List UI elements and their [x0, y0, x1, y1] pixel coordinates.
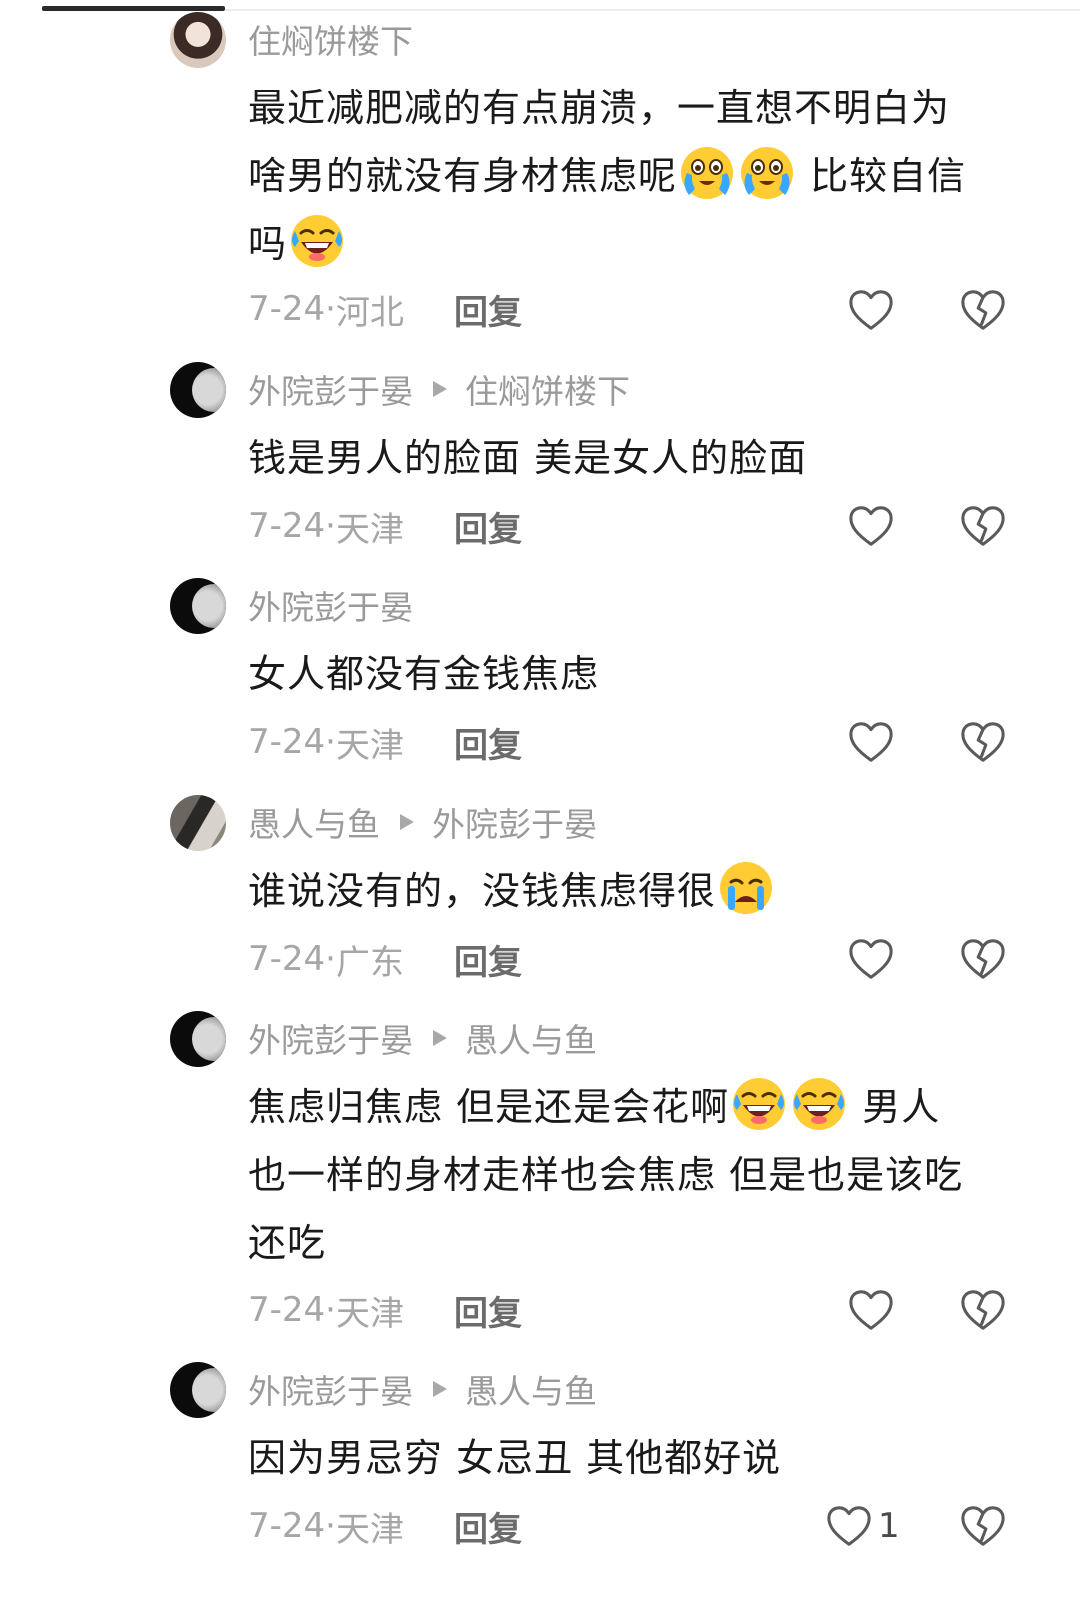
heart-outline-icon[interactable] [848, 1288, 894, 1332]
heart-outline-icon[interactable] [848, 288, 894, 332]
broken-heart-icon[interactable] [960, 288, 1006, 332]
meta-separator: · [325, 939, 336, 979]
reply-button[interactable]: 回复 [454, 502, 522, 551]
comment-location: 天津 [335, 1293, 404, 1334]
meta-separator: · [325, 1290, 336, 1330]
reply-arrow-icon [400, 814, 414, 830]
comment-date: 7-24 [248, 1506, 326, 1546]
comment-location: 天津 [335, 1509, 404, 1550]
comment-line: 谁说没有的，没钱焦虑得很 [248, 869, 717, 913]
comment-date: 7-24 [248, 939, 326, 979]
comment-text: 钱是男人的脸面 美是女人的脸面 [248, 424, 1018, 492]
reply-arrow-icon [433, 1381, 447, 1397]
drag-handle [42, 6, 225, 11]
avatar[interactable] [170, 578, 226, 634]
comment-date: 7-24 [248, 506, 326, 546]
author-name[interactable]: 愚人与鱼 [248, 798, 380, 846]
comment-header: 愚人与鱼 外院彭于晏 [248, 799, 597, 845]
rolling-laughing-emoji [791, 1076, 847, 1132]
broken-heart-icon[interactable] [960, 937, 1006, 981]
reply-button[interactable]: 回复 [454, 1502, 522, 1551]
reply-to-name[interactable]: 外院彭于晏 [432, 798, 597, 846]
avatar[interactable] [170, 1011, 226, 1067]
comment-line: 也一样的身材走样也会焦虑 但是也是该吃 [248, 1153, 964, 1197]
comment-meta: 7-24 · 河北 回复 [248, 285, 522, 333]
reply-arrow-icon [433, 381, 447, 397]
heart-outline-icon[interactable] [848, 720, 894, 764]
avatar[interactable] [170, 795, 226, 851]
author-name[interactable]: 外院彭于晏 [248, 1014, 413, 1062]
comment-meta: 7-24 · 天津 回复 [248, 1286, 522, 1334]
comment-location: 广东 [335, 942, 404, 983]
author-name[interactable]: 外院彭于晏 [248, 1365, 413, 1413]
comment-meta: 7-24 · 天津 回复 [248, 718, 522, 766]
comment-text: 焦虑归焦虑 但是还是会花啊 男人 也一样的身材走样也会焦虑 但是也是该吃 还吃 [248, 1073, 1018, 1277]
comment-header: 外院彭于晏 住焖饼楼下 [248, 366, 630, 412]
author-name[interactable]: 外院彭于晏 [248, 365, 413, 413]
crying-emoji [718, 860, 774, 916]
reply-to-name[interactable]: 愚人与鱼 [465, 1014, 597, 1062]
comment-meta: 7-24 · 广东 回复 [248, 935, 522, 983]
comment-location: 天津 [335, 509, 404, 550]
divider [225, 9, 1080, 11]
comment-location: 河北 [335, 292, 404, 333]
comment-text: 最近减肥减的有点崩溃，一直想不明白为 啥男的就没有身材焦虑呢 比较自信 吗 [248, 74, 1018, 278]
rolling-laughing-emoji [289, 213, 345, 269]
meta-separator: · [325, 506, 336, 546]
comment-text: 因为男忌穷 女忌丑 其他都好说 [248, 1424, 1018, 1492]
comment-text: 女人都没有金钱焦虑 [248, 640, 1018, 708]
reply-button[interactable]: 回复 [454, 935, 522, 984]
comment-header: 外院彭于晏 愚人与鱼 [248, 1366, 597, 1412]
rolling-laughing-emoji [731, 1076, 787, 1132]
author-name[interactable]: 住焖饼楼下 [248, 15, 413, 63]
comment-location: 天津 [335, 725, 404, 766]
reply-button[interactable]: 回复 [454, 718, 522, 767]
comment-line: 啥男的就没有身材焦虑呢 [248, 154, 678, 198]
comment-line: 钱是男人的脸面 美是女人的脸面 [248, 436, 808, 480]
broken-heart-icon[interactable] [960, 1288, 1006, 1332]
avatar[interactable] [170, 1362, 226, 1418]
comment-meta: 7-24 · 天津 回复 [248, 1502, 522, 1550]
comment-date: 7-24 [248, 289, 326, 329]
comment-line: 还吃 [248, 1221, 327, 1265]
loudly-crying-emoji [679, 145, 735, 201]
meta-separator: · [325, 289, 336, 329]
comment-header: 住焖饼楼下 [248, 16, 413, 62]
comment-line: 比较自信 [810, 154, 967, 198]
meta-separator: · [325, 1506, 336, 1546]
reply-button[interactable]: 回复 [454, 1286, 522, 1335]
comment-line: 吗 [248, 222, 288, 266]
comment-line: 男人 [862, 1085, 941, 1129]
broken-heart-icon[interactable] [960, 1504, 1006, 1548]
reply-to-name[interactable]: 愚人与鱼 [465, 1365, 597, 1413]
heart-outline-icon[interactable] [848, 937, 894, 981]
loudly-crying-emoji [739, 145, 795, 201]
like-count: 1 [878, 1506, 900, 1546]
comment-line: 最近减肥减的有点崩溃，一直想不明白为 [248, 86, 951, 130]
comment-text: 谁说没有的，没钱焦虑得很 [248, 857, 1018, 925]
comment-header: 外院彭于晏 愚人与鱼 [248, 1015, 597, 1061]
avatar[interactable] [170, 362, 226, 418]
comment-line: 女人都没有金钱焦虑 [248, 652, 600, 696]
comment-line: 焦虑归焦虑 但是还是会花啊 [248, 1085, 730, 1129]
comment-header: 外院彭于晏 [248, 582, 413, 628]
heart-outline-icon[interactable] [826, 1504, 872, 1548]
comment-line: 因为男忌穷 女忌丑 其他都好说 [248, 1436, 782, 1480]
comment-date: 7-24 [248, 1290, 326, 1330]
broken-heart-icon[interactable] [960, 504, 1006, 548]
comment-date: 7-24 [248, 722, 326, 762]
meta-separator: · [325, 722, 336, 762]
avatar[interactable] [170, 12, 226, 68]
heart-outline-icon[interactable] [848, 504, 894, 548]
reply-arrow-icon [433, 1030, 447, 1046]
comment-meta: 7-24 · 天津 回复 [248, 502, 522, 550]
reply-button[interactable]: 回复 [454, 285, 522, 334]
broken-heart-icon[interactable] [960, 720, 1006, 764]
reply-to-name[interactable]: 住焖饼楼下 [465, 365, 630, 413]
author-name[interactable]: 外院彭于晏 [248, 581, 413, 629]
